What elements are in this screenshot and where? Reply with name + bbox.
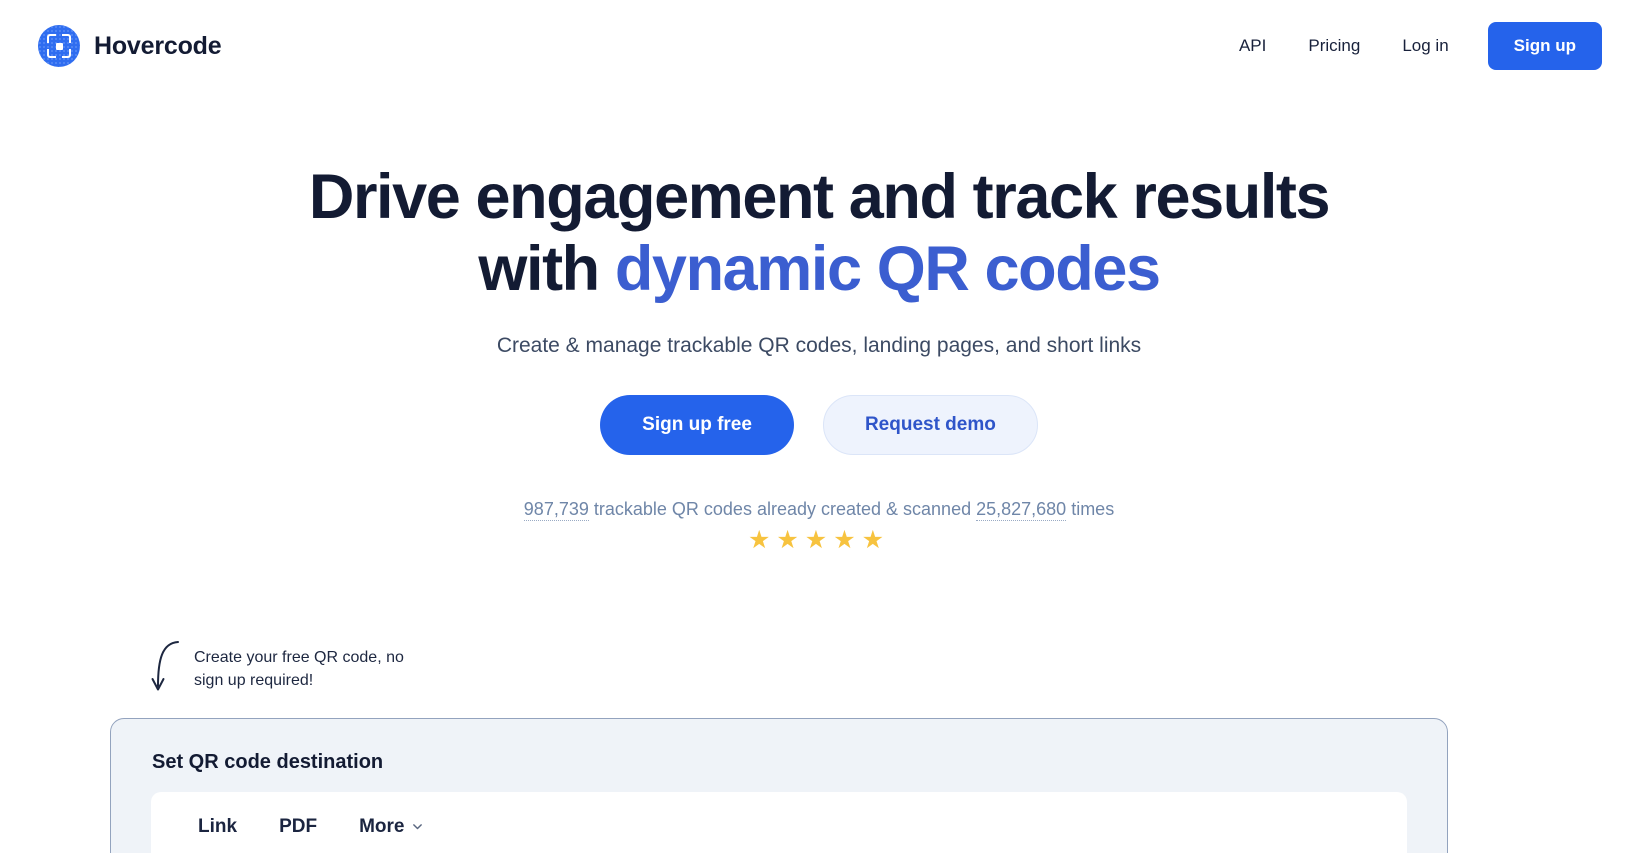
- main-navigation: API Pricing Log in Sign up: [1218, 22, 1602, 70]
- logo-corner-top-left: [47, 34, 56, 43]
- stat-text-middle: trackable QR codes already created & sca…: [588, 498, 977, 519]
- qr-scan-logo-icon: [38, 25, 80, 67]
- chevron-down-icon: [413, 823, 423, 829]
- curved-down-arrow-icon: [151, 641, 179, 691]
- destination-type-tabs: Link PDF More: [177, 806, 1381, 848]
- tab-link[interactable]: Link: [177, 806, 258, 848]
- request-demo-button[interactable]: Request demo: [822, 394, 1038, 455]
- brand-name: Hovercode: [94, 31, 222, 60]
- usage-stats: 987,739 trackable QR codes already creat…: [0, 498, 1638, 521]
- signup-free-button[interactable]: Sign up free: [600, 394, 794, 455]
- logo-center-square: [55, 42, 63, 50]
- stat-total-scans[interactable]: 25,827,680: [976, 498, 1067, 521]
- hero-cta-row: Sign up free Request demo: [0, 394, 1638, 455]
- tab-pdf-label: PDF: [279, 816, 318, 837]
- nav-link-login[interactable]: Log in: [1381, 26, 1469, 66]
- rating-stars-icon: ★★★★★: [747, 525, 891, 554]
- signup-button[interactable]: Sign up: [1487, 22, 1602, 70]
- stat-text-end: times: [1066, 498, 1115, 519]
- site-header: Hovercode API Pricing Log in Sign up: [0, 0, 1638, 92]
- free-code-annotation: Create your free QR code, no sign up req…: [148, 638, 404, 696]
- qr-builder-card: Set QR code destination Link PDF More: [110, 718, 1448, 853]
- tab-more[interactable]: More: [338, 806, 444, 848]
- annotation-label: Create your free QR code, no sign up req…: [194, 649, 404, 690]
- headline-line-1: Drive engagement and track results: [308, 162, 1331, 232]
- hero-section: Drive engagement and track results with …: [0, 92, 1638, 553]
- tab-pdf[interactable]: PDF: [258, 806, 338, 848]
- nav-link-pricing[interactable]: Pricing: [1287, 26, 1381, 66]
- tab-more-label: More: [359, 816, 405, 837]
- builder-panel: Link PDF More: [151, 792, 1407, 853]
- hero-subheading: Create & manage trackable QR codes, land…: [496, 333, 1142, 357]
- logo-corner-bottom-left: [47, 49, 56, 58]
- headline-line-2-accent: dynamic QR codes: [614, 233, 1161, 304]
- nav-link-api[interactable]: API: [1218, 26, 1287, 66]
- page-title: Drive engagement and track results with …: [0, 92, 1638, 306]
- landing-page: Hovercode API Pricing Log in Sign up Dri…: [0, 0, 1638, 853]
- logo-corner-bottom-right: [62, 49, 71, 58]
- brand-logo[interactable]: Hovercode: [38, 25, 222, 67]
- builder-heading: Set QR code destination: [152, 751, 384, 773]
- headline-line-2-plain: with: [478, 233, 615, 304]
- stat-codes-created[interactable]: 987,739: [523, 498, 589, 521]
- tab-link-label: Link: [198, 816, 238, 837]
- logo-corner-top-right: [62, 34, 71, 43]
